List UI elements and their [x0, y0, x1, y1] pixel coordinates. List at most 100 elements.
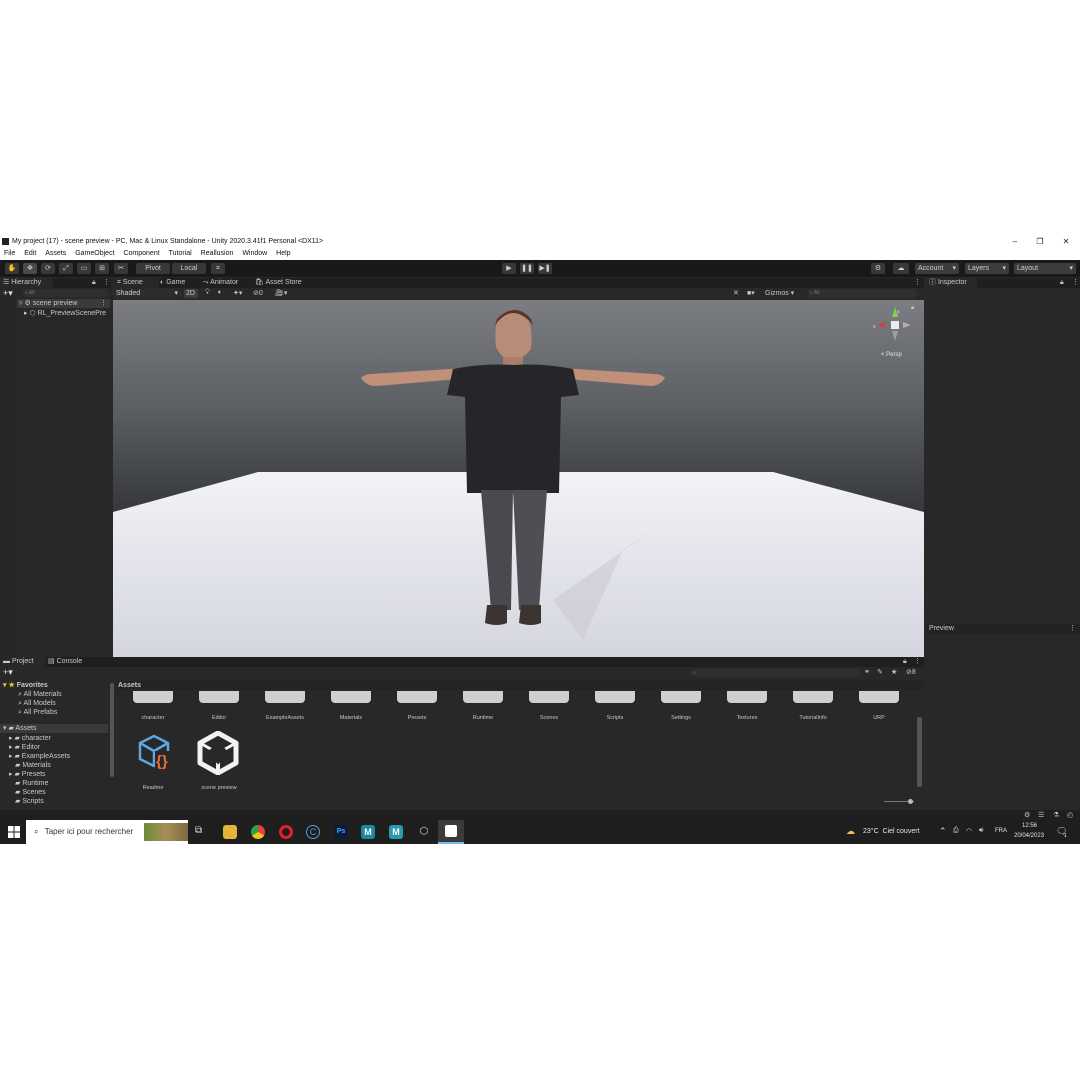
scene-more-icon[interactable]: ⋮	[914, 278, 921, 288]
pause-button[interactable]: ❚❚	[520, 263, 534, 274]
scale-tool-icon[interactable]: ⤢	[59, 263, 73, 274]
play-button[interactable]: ▶	[502, 263, 516, 274]
gizmo-lock-icon[interactable]: 🔒︎	[911, 305, 914, 312]
hierarchy-search-input[interactable]: ⌕ All	[22, 289, 108, 297]
cloud-icon[interactable]: ☁	[893, 263, 909, 274]
orientation-gizmo-icon[interactable]: x y	[869, 305, 913, 355]
folder-tutorialinfo[interactable]	[793, 691, 833, 703]
volume-icon[interactable]: 🔊︎	[979, 827, 983, 835]
photoshop-icon[interactable]: Ps	[334, 825, 348, 839]
menu-tutorial[interactable]: Tutorial	[169, 250, 192, 257]
tab-asset-store[interactable]: 🛍︎ Asset Store	[255, 278, 315, 288]
rotate-tool-icon[interactable]: ⟳	[41, 263, 55, 274]
menu-edit[interactable]: Edit	[24, 250, 36, 257]
status-icon-4[interactable]: ◴	[1067, 811, 1073, 819]
app-m2-icon[interactable]: M	[389, 825, 403, 839]
perspective-label[interactable]: < Persp	[881, 352, 902, 358]
tools-icon[interactable]: ✕	[733, 289, 739, 297]
chevron-up-icon[interactable]: ⌃	[939, 826, 947, 837]
camera-settings-icon[interactable]: 🎥︎▾	[275, 289, 287, 297]
grid-snap-icon[interactable]: ⌗	[211, 263, 225, 274]
more-icon[interactable]: ⋮	[1072, 278, 1079, 288]
task-view-icon[interactable]: ⧉	[195, 825, 202, 836]
hierarchy-scene-row[interactable]: ▿ ⚙ scene preview ⋮	[17, 299, 110, 308]
audio-icon[interactable]: 🔈︎	[218, 289, 222, 297]
network-icon[interactable]: ⎙	[953, 827, 959, 835]
character-model[interactable]	[353, 305, 673, 655]
menu-reallusion[interactable]: Reallusion	[201, 250, 234, 257]
folder-scripts[interactable]	[595, 691, 635, 703]
shading-mode-dropdown[interactable]: Shaded ▾	[113, 289, 181, 298]
close-button[interactable]: ✕	[1056, 235, 1076, 248]
hand-tool-icon[interactable]: ✋	[5, 263, 19, 274]
lighting-icon[interactable]: 💡︎	[205, 289, 210, 297]
preview-header[interactable]: Preview ⋮	[926, 624, 1080, 634]
language-indicator[interactable]: FRA	[995, 828, 1007, 834]
tab-animator[interactable]: ⤳ Animator	[203, 278, 253, 288]
folder-presets[interactable]	[397, 691, 437, 703]
taskbar-search-input[interactable]: ⌕ Taper ici pour rechercher	[26, 820, 188, 844]
folder-settings[interactable]	[661, 691, 701, 703]
step-button[interactable]: ▶❚	[538, 263, 552, 274]
chrome-icon[interactable]	[251, 825, 265, 839]
render-mode-icon[interactable]: ■▾	[747, 289, 755, 297]
collab-icon[interactable]: ⚙	[871, 263, 885, 274]
custom-tool-icon[interactable]: ✂	[114, 263, 128, 274]
tab-hierarchy[interactable]: ☰ Hierarchy	[0, 278, 53, 288]
scene-viewport[interactable]: x y < Persp 🔒︎	[113, 300, 924, 657]
folder-runtime[interactable]	[463, 691, 503, 703]
more-icon[interactable]: ⋮	[1069, 624, 1076, 634]
readme-asset-icon[interactable]: {}	[137, 733, 175, 771]
rect-tool-icon[interactable]: ▭	[77, 263, 91, 274]
folder-materials[interactable]	[331, 691, 371, 703]
menu-window[interactable]: Window	[242, 250, 267, 257]
menu-help[interactable]: Help	[276, 250, 290, 257]
status-icon-2[interactable]: ☰	[1038, 811, 1044, 819]
unity-editor-taskbar-button[interactable]	[438, 820, 464, 844]
account-dropdown[interactable]: Account ▾	[915, 263, 959, 274]
windows-start-icon[interactable]	[8, 826, 20, 838]
status-icon-1[interactable]: ⚙	[1024, 811, 1030, 819]
status-icon-3[interactable]: ⚗	[1053, 811, 1059, 819]
lock-icon[interactable]: 🔒︎	[1060, 278, 1064, 288]
scene-search-input[interactable]: ⌕ All	[807, 289, 917, 298]
folder-exampleassets[interactable]	[265, 691, 305, 703]
lock-icon[interactable]: 🔒︎	[92, 278, 96, 288]
move-tool-icon[interactable]: ✥	[23, 263, 37, 274]
menu-file[interactable]: File	[4, 250, 15, 257]
layers-dropdown[interactable]: Layers ▾	[965, 263, 1009, 274]
menu-assets[interactable]: Assets	[45, 250, 66, 257]
weather-text[interactable]: 23°C Ciel couvert	[863, 828, 920, 835]
folder-scenes[interactable]	[529, 691, 569, 703]
menu-gameobject[interactable]: GameObject	[75, 250, 114, 257]
opera-icon[interactable]	[279, 825, 293, 839]
minimize-button[interactable]: –	[1005, 235, 1025, 248]
unity-scene-icon[interactable]	[196, 731, 240, 775]
more-icon[interactable]: ⋮	[103, 278, 110, 288]
gizmos-dropdown[interactable]: Gizmos ▾	[765, 289, 794, 297]
scene-more-icon[interactable]: ⋮	[100, 299, 107, 308]
tab-scene[interactable]: ⌗ Scene	[113, 278, 159, 288]
local-toggle[interactable]: Local	[172, 263, 206, 274]
app-m1-icon[interactable]: M	[361, 825, 375, 839]
clock-date[interactable]: 20/04/2023	[1014, 833, 1044, 839]
wifi-icon[interactable]: ◠	[966, 827, 972, 835]
file-explorer-icon[interactable]	[223, 825, 237, 839]
hierarchy-child-row[interactable]: ▸ ⬡ RL_PreviewScenePre	[24, 309, 112, 318]
tab-game[interactable]: ◐ Game	[160, 278, 200, 288]
tab-inspector[interactable]: ⓘ Inspector	[926, 278, 977, 288]
clock-time[interactable]: 12:56	[1022, 823, 1037, 829]
unity-hub-icon[interactable]: ⬡	[417, 825, 431, 839]
c-app-icon[interactable]: C	[306, 825, 320, 839]
folder-urp[interactable]	[859, 691, 899, 703]
pivot-toggle[interactable]: Pivot	[136, 263, 170, 274]
restore-button[interactable]: ❐	[1030, 235, 1050, 248]
effects-icon[interactable]: ✦▾	[233, 289, 242, 297]
hidden-objects-icon[interactable]: ⊘0	[253, 289, 263, 297]
layout-dropdown[interactable]: Layout ▾	[1014, 263, 1076, 274]
folder-character[interactable]	[133, 691, 173, 703]
menu-component[interactable]: Component	[123, 250, 159, 257]
2d-toggle[interactable]: 2D	[184, 289, 198, 298]
folder-editor[interactable]	[199, 691, 239, 703]
transform-tool-icon[interactable]: ⊞	[95, 263, 109, 274]
